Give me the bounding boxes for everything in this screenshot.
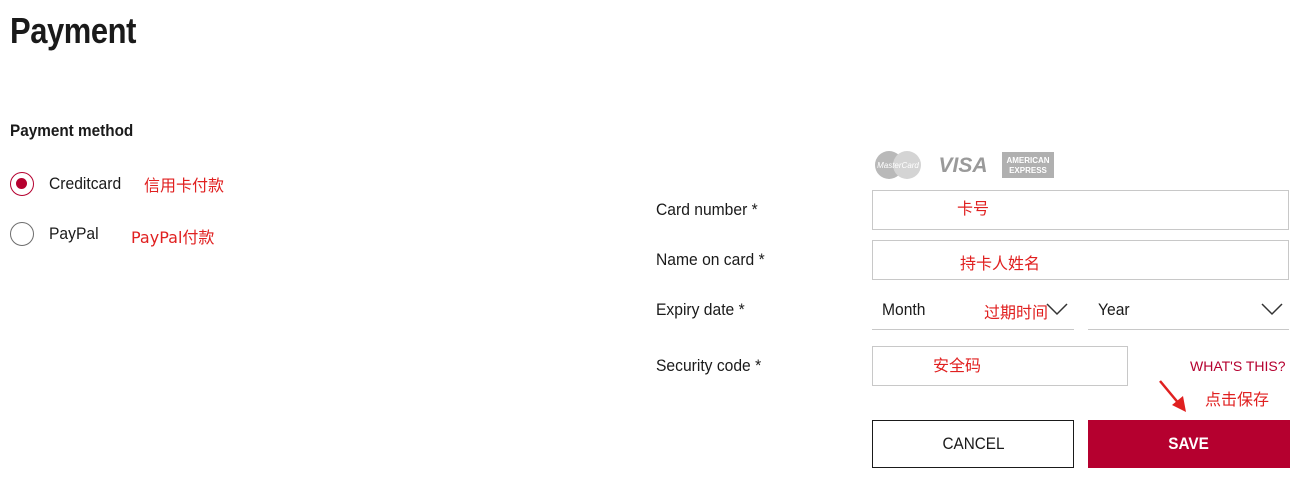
name-on-card-input[interactable] (872, 240, 1289, 280)
name-on-card-label: Name on card * (656, 250, 765, 269)
security-code-annotation: 安全码 (933, 356, 982, 375)
payment-method-heading: Payment method (10, 121, 134, 140)
card-number-annotation: 卡号 (957, 199, 990, 218)
creditcard-radio[interactable] (10, 172, 34, 196)
save-button-label: SAVE (1168, 434, 1210, 453)
name-on-card-annotation: 持卡人姓名 (960, 254, 1041, 273)
expiry-year-value: Year (1098, 300, 1130, 319)
creditcard-label: Creditcard (49, 174, 122, 193)
card-logos: MasterCard VISA AMERICAN EXPRESS (872, 150, 1054, 180)
svg-text:VISA: VISA (938, 154, 987, 177)
creditcard-annotation: 信用卡付款 (144, 176, 225, 195)
svg-text:EXPRESS: EXPRESS (1009, 166, 1047, 175)
payment-option-creditcard[interactable]: Creditcard (10, 172, 127, 196)
svg-text:MasterCard: MasterCard (877, 161, 919, 170)
radio-selected-dot (16, 178, 27, 189)
expiry-date-label: Expiry date * (656, 300, 745, 319)
paypal-annotation: PayPal付款 (131, 228, 215, 247)
expiry-date-annotation: 过期时间 (984, 303, 1049, 322)
security-code-input[interactable] (872, 346, 1128, 386)
paypal-radio[interactable] (10, 222, 34, 246)
expiry-month-value: Month (882, 300, 926, 319)
mastercard-logo: MasterCard (875, 151, 921, 179)
cancel-button-label: CANCEL (941, 434, 1005, 453)
card-number-label: Card number * (656, 200, 758, 219)
cancel-button[interactable]: CANCEL (872, 420, 1074, 468)
svg-text:AMERICAN: AMERICAN (1006, 156, 1049, 165)
paypal-label: PayPal (49, 224, 99, 243)
annotation-arrow-icon (1159, 380, 1186, 412)
save-annotation: 点击保存 (1205, 390, 1270, 409)
save-button[interactable]: SAVE (1088, 420, 1290, 468)
chevron-down-icon (1261, 303, 1283, 316)
security-code-label: Security code * (656, 356, 762, 375)
page-title: Payment (10, 10, 137, 51)
american-express-logo: AMERICAN EXPRESS (1002, 152, 1054, 178)
card-number-input[interactable] (872, 190, 1289, 230)
payment-page: Payment Payment method Creditcard 信用卡付款 … (0, 0, 1312, 487)
whats-this-link[interactable]: WHAT'S THIS? (1190, 358, 1286, 374)
chevron-down-icon (1046, 303, 1068, 316)
expiry-year-select[interactable]: Year (1088, 290, 1289, 330)
payment-option-paypal[interactable]: PayPal (10, 222, 103, 246)
visa-logo: VISA (938, 154, 987, 177)
